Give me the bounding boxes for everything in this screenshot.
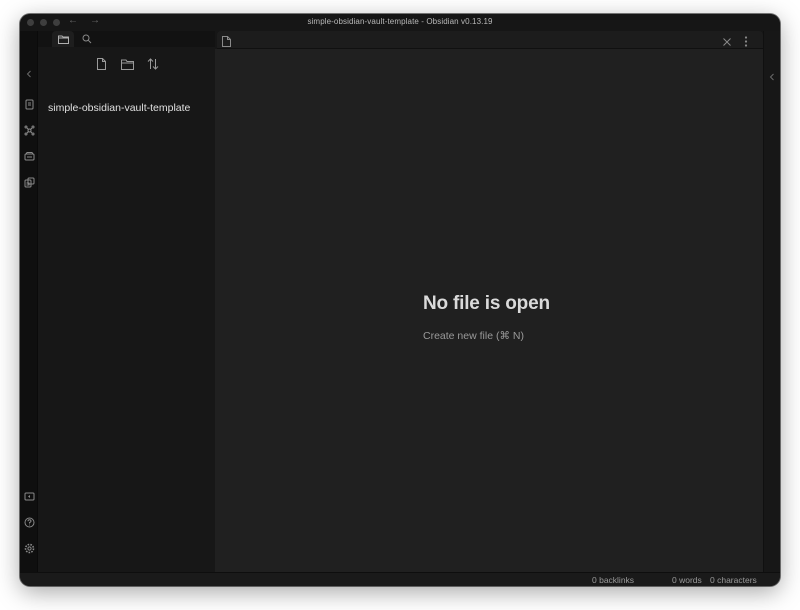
sort-icon (147, 58, 159, 70)
window-title: simple-obsidian-vault-template - Obsidia… (307, 17, 493, 26)
empty-state-title: No file is open (423, 293, 550, 314)
character-count: 0 characters (710, 575, 757, 585)
right-ribbon (763, 31, 780, 572)
obsidian-window: ← → simple-obsidian-vault-template - Obs… (20, 14, 780, 586)
open-vault-icon[interactable] (23, 490, 35, 502)
backlinks-count[interactable]: 0 backlinks (592, 575, 634, 585)
file-explorer-actions (94, 57, 160, 71)
file-explorer-icon (57, 35, 69, 44)
new-folder-button[interactable] (120, 57, 134, 71)
title-bar: ← → simple-obsidian-vault-template - Obs… (20, 14, 780, 31)
graph-view-icon[interactable] (23, 124, 35, 136)
left-sidebar: simple-obsidian-vault-template (38, 31, 215, 572)
quick-switcher-icon[interactable] (23, 98, 35, 110)
help-icon[interactable] (23, 516, 35, 528)
file-icon (222, 34, 231, 52)
tab-search[interactable] (76, 31, 98, 47)
open-canvas-icon[interactable] (23, 150, 35, 162)
new-note-icon (96, 58, 106, 70)
create-new-file-link[interactable]: Create new file (⌘ N) (423, 330, 524, 342)
word-count: 0 words (672, 575, 702, 585)
main-editor-pane: No file is open Create new file (⌘ N) (215, 31, 763, 572)
more-options-icon[interactable] (744, 34, 748, 52)
settings-icon[interactable] (23, 542, 35, 554)
tab-file-explorer[interactable] (52, 31, 74, 47)
editor-tab-bar (215, 31, 763, 49)
new-folder-icon (120, 59, 134, 70)
left-ribbon (20, 31, 38, 572)
expand-right-sidebar-icon[interactable] (768, 68, 776, 86)
status-bar: 0 backlinks 0 words 0 characters (20, 572, 780, 586)
editor-tab[interactable] (217, 31, 763, 49)
collapse-left-sidebar-icon[interactable] (23, 68, 35, 80)
close-icon[interactable] (722, 34, 732, 52)
new-note-button[interactable] (94, 57, 108, 71)
search-icon (82, 34, 92, 44)
sort-button[interactable] (146, 57, 160, 71)
sidebar-tab-bar (38, 31, 215, 47)
vault-name[interactable]: simple-obsidian-vault-template (48, 102, 190, 114)
command-palette-icon[interactable] (23, 176, 35, 188)
